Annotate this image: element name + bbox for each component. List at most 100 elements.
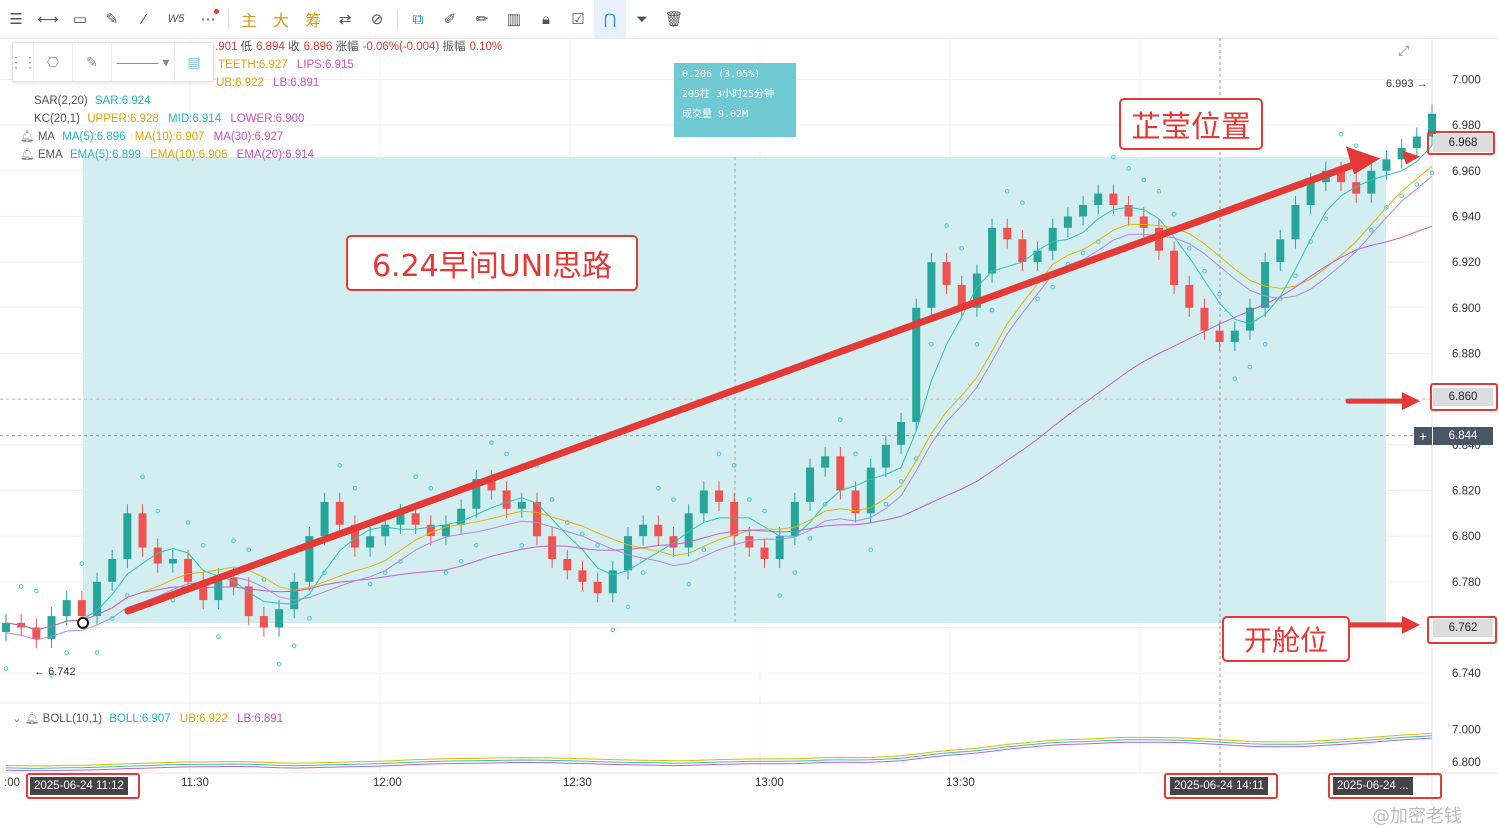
candle [381,524,390,537]
ruler-icon[interactable]: ✎ [96,0,128,38]
candle [123,513,132,559]
low-price: 6.742 [48,666,76,678]
price-tick: 6.960 [1452,166,1481,178]
divider [228,9,229,29]
range-info-box: 0.206 (3.05%) 205柱 3小时25分钟 成交量 9.02M [674,63,796,137]
time-label: :00 [4,777,20,789]
end-time-highlight [1328,773,1442,799]
lock-icon[interactable]: 🔒︎ [530,0,562,38]
template-icon[interactable]: ⎔ [34,43,73,81]
sar-dot [1338,131,1344,137]
bell-icon[interactable]: 🔔︎ [25,713,40,725]
line-style-select[interactable]: ——— ▾ [112,43,175,81]
magnet-icon[interactable]: ⋂ [594,0,626,38]
pen-color-icon[interactable]: ✎ [73,43,112,81]
current-price-highlight [1427,131,1495,155]
filter-icon[interactable]: ⏷ [626,0,658,38]
candle [1276,239,1285,263]
drag-handle-icon[interactable]: ⋮⋮ [9,43,37,81]
sar-dot [3,666,9,671]
sar-dot [216,634,221,639]
ma30-value: MA(30):6.927 [213,131,284,143]
level-762-highlight [1427,616,1497,644]
low-key: 低 [240,41,253,53]
start-time-highlight [26,773,140,799]
target-annotation-text: 芷莹位置 [1131,110,1251,145]
title-annotation: 6.24早间UNI思路 [346,235,638,291]
cursor-time-highlight [1164,773,1278,799]
candle [517,501,526,509]
candle [1109,193,1118,206]
rectangle-icon[interactable]: ▭ [64,0,96,38]
ma5-value: MA(5):6.896 [62,131,126,143]
sar-dot [94,650,100,655]
candle [654,524,663,537]
kc-upper-value: UPPER:6.928 [87,113,159,125]
sync-icon[interactable]: ⇄ [329,0,361,38]
candle [699,490,708,514]
ohlc-row: .901 低 6.894 收 6.896 涨幅 -0.06%(-0.004) 振幅 0.… [215,38,502,56]
candle [927,262,936,308]
measure-icon[interactable]: ✐ [434,0,466,38]
menu-icon[interactable]: ☰ [0,0,32,38]
main-chart-button[interactable]: 主 [233,0,265,38]
horizontal-line-icon[interactable]: ⟷ [32,0,64,38]
time-label: 13:00 [755,777,784,789]
price-tick: 7.000 [1452,74,1481,86]
candle [411,513,420,525]
candles-icon[interactable]: ▥ [498,0,530,38]
close-key: 收 [288,41,300,53]
crosshair-price: 6.844 [1448,430,1478,442]
candle [669,536,678,548]
bell-icon[interactable]: 🔔︎ [20,149,35,161]
more-icon[interactable]: ⋯ [192,0,224,38]
candle [942,262,951,285]
trend-line-icon[interactable]: ⁄ [128,0,160,38]
candle [108,558,117,582]
entry-annotation-text: 开舱位 [1243,624,1328,657]
price-tick: 6.900 [1452,303,1481,315]
candle [77,600,86,617]
sar-name: SAR(2,20) [34,95,88,107]
bell-icon[interactable]: 🔔︎ [20,131,35,143]
candle [897,421,906,445]
close-value: 6.896 [303,41,333,53]
sub-boll-lb-line [5,737,1433,772]
fullscreen-icon[interactable]: ⤢ [1398,42,1416,60]
candle [1306,182,1315,206]
ma-name: MA [37,131,56,143]
kc-name: KC(20,1) [34,113,81,125]
notes-icon[interactable]: ☑ [562,0,594,38]
candle [1367,170,1376,194]
candle [1170,250,1179,285]
brush-icon[interactable]: ✏ [466,0,498,38]
candle [760,547,769,559]
boll-row: UB:6.922 LB:6.891 [216,74,319,92]
candle [138,513,147,548]
ema10-value: EMA(10):6.906 [150,149,228,161]
candle [1230,330,1239,343]
ma10-value: MA(10):6.907 [134,131,205,143]
candle [1412,136,1421,148]
sar-dot [64,650,69,655]
candle [502,490,511,509]
wave-icon[interactable]: W5 [160,0,192,38]
trash-icon[interactable]: 🗑︎ [658,0,690,38]
add-alert-icon[interactable]: + [1414,427,1432,445]
sar-dot [1399,193,1404,199]
notification-dot [214,9,219,14]
time-label: 11:30 [181,777,209,789]
large-button[interactable]: 大 [265,0,297,38]
collapse-icon[interactable]: ⌄ [12,713,22,725]
high-price-label: 6.993 → [1386,78,1428,90]
erase-line-icon[interactable]: ⊘ [361,0,393,38]
chip-button[interactable]: 筹 [297,0,329,38]
copy-icon[interactable]: ⧉ [402,0,434,38]
level-860-highlight [1430,383,1498,411]
candle [1139,216,1148,228]
sar-row: SAR(2,20) SAR:6.924 [34,92,151,110]
entry-arrow-head [1402,615,1420,634]
fill-icon[interactable]: ▤ [175,43,213,81]
change-value: -0.06%(-0.004) [362,41,440,53]
chart-area[interactable]: 7.0006.9806.9606.9406.9206.9006.8806.860… [0,38,1499,827]
